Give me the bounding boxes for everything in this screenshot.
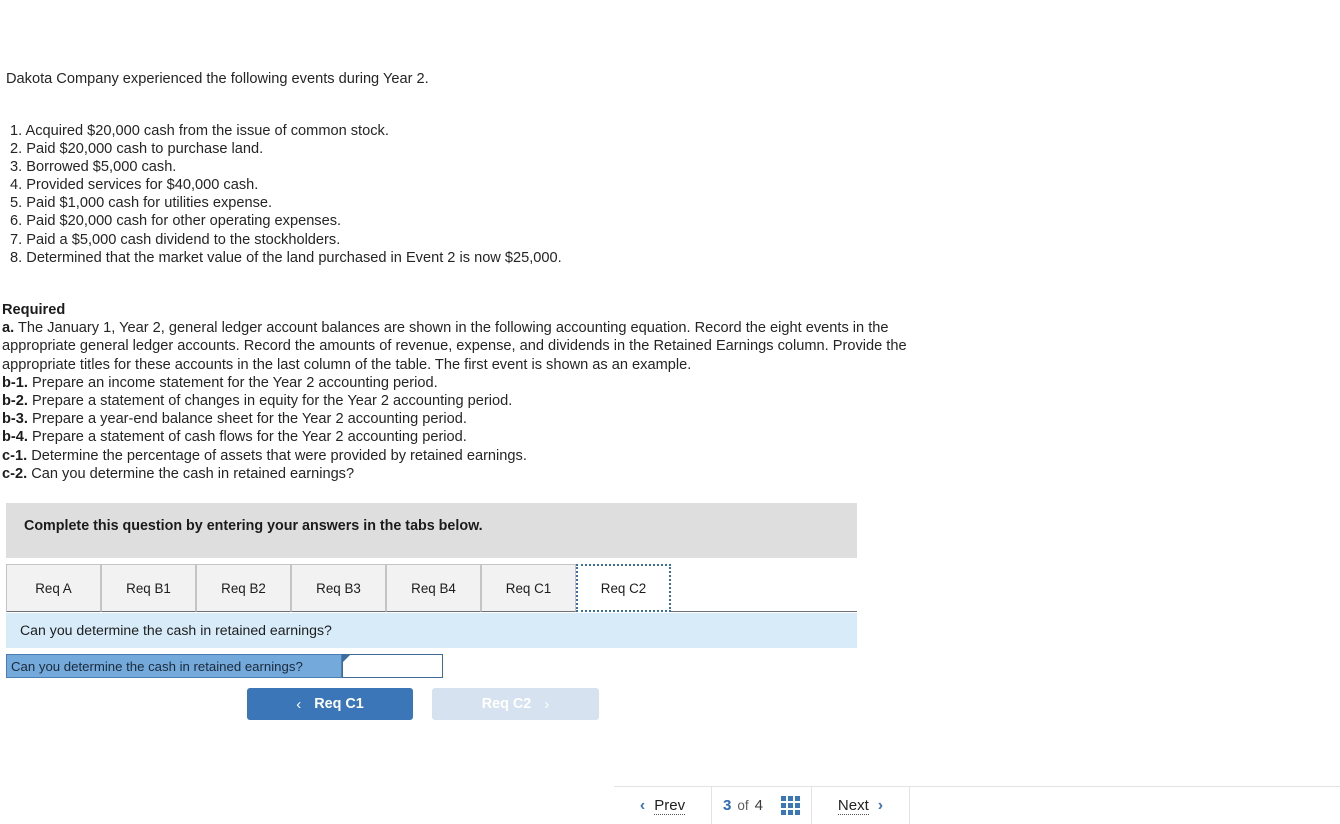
pagination-next-button[interactable]: Next › bbox=[812, 787, 910, 824]
pagination-bar: ‹ Prev 3 of 4 Next › bbox=[614, 786, 1340, 824]
tab-label: Req C1 bbox=[505, 580, 552, 596]
pagination-spacer bbox=[910, 787, 1340, 824]
chevron-right-icon: › bbox=[877, 796, 884, 814]
required-item-label: a. bbox=[2, 320, 15, 337]
required-item-label: b-3. bbox=[2, 411, 28, 428]
pagination-prev-label: Prev bbox=[654, 796, 686, 815]
required-item-text: Prepare a statement of changes in equity… bbox=[27, 393, 513, 410]
question-bar-text: Can you determine the cash in retained e… bbox=[20, 622, 332, 638]
list-item: 1. Acquired $20,000 cash from the issue … bbox=[6, 123, 389, 139]
required-item-text: Determine the percentage of assets that … bbox=[27, 447, 527, 464]
required-item-text: Prepare a statement of cash flows for th… bbox=[27, 429, 467, 446]
instruction-banner-text: Complete this question by entering your … bbox=[24, 518, 483, 534]
required-item: c-1. Determine the percentage of assets … bbox=[2, 447, 962, 465]
required-item: b-4. Prepare a statement of cash flows f… bbox=[2, 428, 962, 446]
pagination-counter: 3 of 4 bbox=[712, 787, 812, 824]
list-item: 6. Paid $20,000 cash for other operating… bbox=[6, 213, 342, 230]
list-item: 4. Provided services for $40,000 cash. bbox=[6, 177, 259, 194]
required-item-label: c-2. bbox=[2, 465, 28, 482]
answer-input[interactable] bbox=[342, 654, 443, 678]
instruction-banner: Complete this question by entering your … bbox=[6, 503, 857, 558]
required-section: Required a. The January 1, Year 2, gener… bbox=[2, 301, 962, 483]
required-item-label: c-1. bbox=[2, 447, 28, 464]
next-requirement-label: Req C2 bbox=[481, 696, 532, 712]
tab-label: Req B3 bbox=[316, 580, 361, 596]
required-item-text: Prepare an income statement for the Year… bbox=[27, 374, 438, 391]
pagination-prev-button[interactable]: ‹ Prev bbox=[614, 787, 712, 824]
tab-label: Req B2 bbox=[221, 580, 266, 596]
required-items: a. The January 1, Year 2, general ledger… bbox=[2, 319, 962, 483]
tab-req-a[interactable]: Req A bbox=[6, 564, 101, 612]
prev-requirement-label: Req C1 bbox=[314, 696, 364, 712]
pagination-total-pages: 4 bbox=[754, 797, 763, 814]
required-heading: Required bbox=[2, 302, 66, 318]
pagination-current-page: 3 bbox=[723, 797, 732, 814]
required-item-label: b-4. bbox=[2, 429, 28, 446]
chevron-left-icon: ‹ bbox=[296, 695, 302, 713]
required-item-text: Prepare a year-end balance sheet for the… bbox=[27, 411, 467, 428]
required-item-label: b-1. bbox=[2, 374, 28, 391]
list-item: 7. Paid a $5,000 cash dividend to the st… bbox=[6, 231, 341, 248]
tab-label: Req A bbox=[35, 580, 72, 596]
problem-intro: Dakota Company experienced the following… bbox=[6, 71, 429, 87]
required-item: b-2. Prepare a statement of changes in e… bbox=[2, 392, 962, 410]
tab-label: Req C2 bbox=[600, 580, 647, 596]
prev-requirement-button[interactable]: ‹ Req C1 bbox=[247, 688, 413, 720]
tab-label: Req B1 bbox=[126, 580, 171, 596]
tab-req-c2[interactable]: Req C2 bbox=[576, 564, 671, 612]
required-item-label: b-2. bbox=[2, 393, 28, 410]
events-list: 1. Acquired $20,000 cash from the issue … bbox=[6, 122, 1326, 267]
chevron-right-icon: › bbox=[544, 695, 550, 713]
required-item: b-3. Prepare a year-end balance sheet fo… bbox=[2, 410, 962, 428]
pagination-next-label: Next bbox=[837, 796, 869, 815]
pagination-of-label: of bbox=[737, 798, 749, 813]
tab-req-b3[interactable]: Req B3 bbox=[291, 564, 386, 612]
list-item: 2. Paid $20,000 cash to purchase land. bbox=[6, 141, 264, 158]
tab-req-b2[interactable]: Req B2 bbox=[196, 564, 291, 612]
answer-row-label: Can you determine the cash in retained e… bbox=[6, 654, 342, 678]
required-item: c-2. Can you determine the cash in retai… bbox=[2, 465, 962, 483]
required-item: b-1. Prepare an income statement for the… bbox=[2, 374, 962, 392]
tab-req-b4[interactable]: Req B4 bbox=[386, 564, 481, 612]
list-item: 8. Determined that the market value of t… bbox=[6, 249, 562, 266]
list-item: 3. Borrowed $5,000 cash. bbox=[6, 159, 177, 176]
required-item-text: Can you determine the cash in retained e… bbox=[27, 465, 355, 482]
requirement-tabs: Req A Req B1 Req B2 Req B3 Req B4 Req C1 Req C… bbox=[6, 564, 857, 613]
next-requirement-button[interactable]: Req C2 › bbox=[432, 688, 599, 720]
list-item: 5. Paid $1,000 cash for utilities expens… bbox=[6, 195, 273, 212]
grid-icon[interactable] bbox=[780, 796, 800, 815]
required-item-text: The January 1, Year 2, general ledger ac… bbox=[2, 320, 907, 373]
chevron-left-icon: ‹ bbox=[639, 796, 646, 814]
tab-label: Req B4 bbox=[411, 580, 456, 596]
required-item: a. The January 1, Year 2, general ledger… bbox=[2, 319, 962, 374]
tab-req-b1[interactable]: Req B1 bbox=[101, 564, 196, 612]
tab-req-c1[interactable]: Req C1 bbox=[481, 564, 576, 612]
problem-statement: Dakota Company experienced the following… bbox=[6, 70, 1326, 267]
question-bar: Can you determine the cash in retained e… bbox=[6, 613, 857, 648]
